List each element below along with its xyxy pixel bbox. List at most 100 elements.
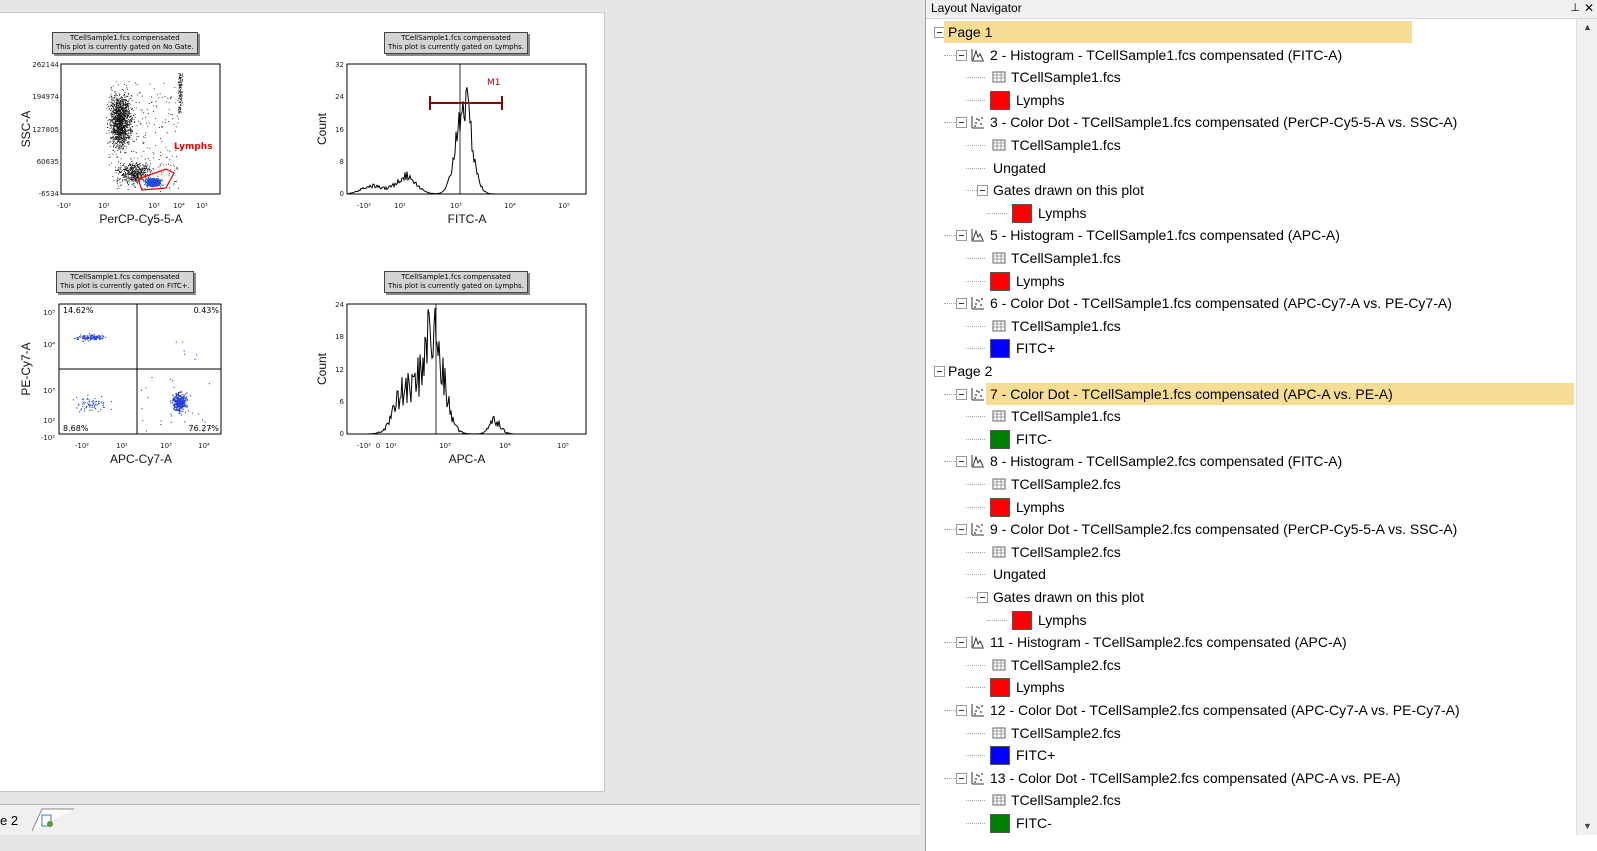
- plot4-svg: 24 18 12 6 0 -10² 0 10² 10³ 10⁴ 10⁵ APC-…: [315, 301, 587, 466]
- navigator-item-gate[interactable]: Lymphs: [1012, 270, 1069, 292]
- navigator-item-histogram[interactable]: 11 - Histogram - TCellSample2.fcs compen…: [986, 631, 1351, 653]
- navigator-item-gate[interactable]: FITC+: [1012, 337, 1059, 359]
- layout-tab-page-2[interactable]: e 2: [0, 813, 18, 828]
- plot4-stats-line1: TCellSample1.fcs compensated: [401, 273, 511, 281]
- navigator-item-dot[interactable]: 3 - Color Dot - TCellSample1.fcs compens…: [986, 111, 1461, 133]
- plot2-ytick: 24: [335, 93, 344, 101]
- collapse-toggle-icon[interactable]: [956, 456, 967, 468]
- plot4-xtick: 0: [376, 442, 380, 450]
- pin-icon[interactable]: ⊥: [1570, 0, 1580, 17]
- navigator-item-group[interactable]: Gates drawn on this plot: [989, 586, 1148, 608]
- navigator-scrollbar[interactable]: ▲ ▼: [1576, 19, 1597, 835]
- collapse-toggle-icon[interactable]: [956, 772, 967, 784]
- navigator-item-group[interactable]: Gates drawn on this plot: [989, 179, 1148, 201]
- navigator-item-file[interactable]: TCellSample2.fcs: [1007, 541, 1125, 563]
- navigator-item-file[interactable]: TCellSample2.fcs: [1007, 722, 1125, 744]
- plot3-statistics-box[interactable]: TCellSample1.fcs compensated This plot i…: [56, 271, 194, 293]
- plot3-quad-ul: 14.62%: [63, 306, 94, 315]
- layout-editor-area[interactable]: TCellSample1.fcs compensated This plot i…: [0, 0, 925, 851]
- navigator-item-file[interactable]: TCellSample1.fcs: [1007, 134, 1125, 156]
- collapse-toggle-icon[interactable]: [956, 230, 967, 242]
- plot4-xtick: 10³: [439, 442, 451, 450]
- plot3-quad-ur: 0.43%: [194, 306, 220, 315]
- scroll-down-icon[interactable]: ▼: [1577, 818, 1597, 835]
- gate-color-swatch: [990, 746, 1010, 766]
- navigator-item-file[interactable]: TCellSample2.fcs: [1007, 473, 1125, 495]
- collapse-toggle-icon[interactable]: [956, 117, 967, 129]
- plot1-statistics-box[interactable]: TCellSample1.fcs compensated This plot i…: [52, 32, 198, 54]
- tree-guide-line: [966, 99, 985, 101]
- navigator-item-dot[interactable]: 13 - Color Dot - TCellSample2.fcs compen…: [986, 767, 1405, 789]
- navigator-item-gate[interactable]: FITC+: [1012, 744, 1059, 766]
- plot2-statistics-box[interactable]: TCellSample1.fcs compensated This plot i…: [384, 32, 528, 54]
- collapse-toggle-icon[interactable]: [956, 388, 967, 400]
- collapse-toggle-icon[interactable]: [956, 637, 967, 649]
- navigator-item-text[interactable]: Ungated: [989, 157, 1050, 179]
- navigator-item-gate[interactable]: FITC-: [1012, 428, 1056, 450]
- plot2-histogram[interactable]: M1 32 24 16 8 0 -10² 10² 10³ 10⁴ 10⁵ FIT…: [312, 61, 592, 231]
- navigator-item-file[interactable]: TCellSample2.fcs: [1007, 654, 1125, 676]
- tree-guide-line: [966, 800, 985, 802]
- plot1-xtick: -10²: [57, 202, 71, 210]
- dot-plot-icon: [971, 116, 984, 129]
- navigator-item-file[interactable]: TCellSample1.fcs: [1007, 66, 1125, 88]
- collapse-toggle-icon[interactable]: [956, 705, 967, 716]
- navigator-item-file[interactable]: TCellSample1.fcs: [1007, 405, 1125, 427]
- navigator-item-page[interactable]: Page 1: [944, 21, 1413, 43]
- close-icon[interactable]: ✕: [1584, 0, 1594, 17]
- plot4-xtick: -10²: [357, 442, 371, 450]
- plot1-xlabel: PerCP-Cy5-5-A: [99, 212, 182, 226]
- navigator-item-histogram[interactable]: 8 - Histogram - TCellSample2.fcs compens…: [986, 450, 1346, 472]
- layout-navigator-tree[interactable]: Page 12 - Histogram - TCellSample1.fcs c…: [926, 19, 1576, 835]
- plot2-xtick: 10³: [450, 202, 462, 210]
- data-file-icon: [992, 478, 1006, 490]
- plot2-xtick: 10⁴: [504, 202, 516, 210]
- plot2-stats-line2: This plot is currently gated on Lymphs.: [388, 43, 524, 51]
- navigator-item-gate[interactable]: Lymphs: [1034, 609, 1091, 631]
- navigator-item-gate[interactable]: FITC-: [1012, 812, 1056, 834]
- histogram-icon: [971, 636, 984, 649]
- collapse-toggle-icon[interactable]: [956, 49, 967, 61]
- navigator-item-file[interactable]: TCellSample1.fcs: [1007, 247, 1125, 269]
- plot4-histogram[interactable]: 24 18 12 6 0 -10² 0 10² 10³ 10⁴ 10⁵ APC-…: [312, 301, 592, 471]
- navigator-item-dot[interactable]: 7 - Color Dot - TCellSample1.fcs compens…: [986, 382, 1574, 405]
- collapse-toggle-icon[interactable]: [956, 298, 967, 310]
- plot4-xtick: 10⁴: [499, 442, 511, 450]
- data-file-icon: [992, 410, 1006, 422]
- navigator-item-dot[interactable]: 6 - Color Dot - TCellSample1.fcs compens…: [986, 292, 1456, 314]
- navigator-item-histogram[interactable]: 5 - Histogram - TCellSample1.fcs compens…: [986, 224, 1344, 246]
- navigator-item-text[interactable]: Ungated: [989, 563, 1050, 585]
- plot4-statistics-box[interactable]: TCellSample1.fcs compensated This plot i…: [384, 271, 528, 293]
- layout-navigator-title: Layout Navigator: [931, 1, 1022, 15]
- navigator-item-gate[interactable]: Lymphs: [1012, 89, 1069, 111]
- navigator-item-dot[interactable]: 9 - Color Dot - TCellSample2.fcs compens…: [986, 518, 1461, 540]
- scroll-up-icon[interactable]: ▲: [1577, 19, 1597, 36]
- data-file-icon: [992, 727, 1006, 739]
- plot1-xtick: 10²: [98, 202, 110, 210]
- plot1-ylabel: SSC-A: [19, 111, 33, 148]
- navigator-item-page[interactable]: Page 2: [944, 360, 996, 382]
- plot3-dot-plot[interactable]: 14.62% 0.43% 8.68% 76.27% 10⁵ 10⁴ 10³ 10…: [16, 301, 226, 471]
- collapse-toggle-icon[interactable]: [977, 185, 988, 197]
- navigator-item-file[interactable]: TCellSample2.fcs: [1007, 789, 1125, 811]
- collapse-toggle-icon[interactable]: [977, 592, 988, 603]
- layout-page-sheet[interactable]: TCellSample1.fcs compensated This plot i…: [0, 12, 605, 792]
- gate-color-swatch: [990, 339, 1010, 359]
- plot3-ytick: 10²: [43, 417, 55, 425]
- navigator-item-file[interactable]: TCellSample1.fcs: [1007, 315, 1125, 337]
- scrollbar-thumb[interactable]: [1579, 37, 1595, 617]
- collapse-toggle-icon[interactable]: [956, 524, 967, 536]
- navigator-item-gate[interactable]: Lymphs: [1034, 202, 1091, 224]
- plot1-dot-plot[interactable]: Lymphs 262144 194974 127805 60635 -6534 …: [16, 61, 226, 231]
- navigator-item-histogram[interactable]: 2 - Histogram - TCellSample1.fcs compens…: [986, 44, 1346, 66]
- add-layout-tab-button[interactable]: [30, 808, 74, 832]
- plot1-svg: Lymphs 262144 194974 127805 60635 -6534 …: [19, 61, 221, 226]
- tree-guide-line: [966, 416, 985, 418]
- navigator-item-gate[interactable]: Lymphs: [1012, 676, 1069, 698]
- plot2-xtick: 10⁵: [558, 202, 570, 210]
- navigator-item-gate[interactable]: Lymphs: [1012, 496, 1069, 518]
- data-file-icon: [992, 71, 1006, 83]
- add-badge-icon: [47, 821, 53, 827]
- navigator-item-dot[interactable]: 12 - Color Dot - TCellSample2.fcs compen…: [986, 699, 1464, 721]
- plot4-ytick: 0: [340, 430, 344, 438]
